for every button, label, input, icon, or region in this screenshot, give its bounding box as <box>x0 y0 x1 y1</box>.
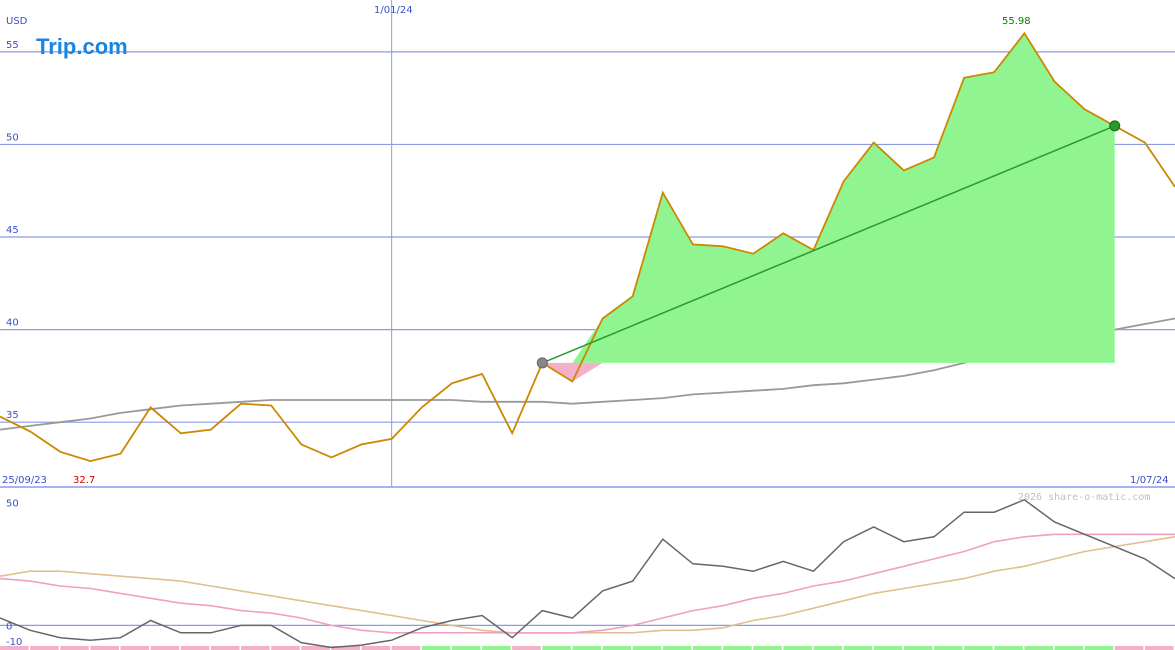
osc-histogram-bar <box>873 646 903 650</box>
x-label-mid: 1/01/24 <box>374 5 413 16</box>
osc-histogram-bar <box>120 646 150 650</box>
stock-chart: 35 40 45 50 55 50 0 -10 USD 55.98 32.7 25/09/2… <box>0 0 1175 650</box>
osc-histogram-bar <box>572 646 602 650</box>
osc-histogram-bar <box>753 646 782 650</box>
price-axis-labels: 35 40 45 50 55 <box>6 40 19 421</box>
gain-area <box>542 33 1115 363</box>
osc-histogram-bar <box>843 646 873 650</box>
osc-y-tick-0: 0 <box>6 621 12 632</box>
osc-y-tick--10: -10 <box>6 637 22 648</box>
trade-fill-layer <box>542 33 1115 382</box>
osc-histogram-bar <box>994 646 1023 650</box>
osc-histogram-bar <box>451 646 481 650</box>
osc-histogram-bar <box>482 646 511 650</box>
osc-histogram-bar <box>1024 646 1053 650</box>
currency-label: USD <box>6 16 28 27</box>
osc-histogram-bar <box>241 646 270 650</box>
osc-histogram-bar <box>1084 646 1114 650</box>
brand-logo: Trip.com <box>36 34 128 59</box>
osc-histogram-bar <box>933 646 963 650</box>
osc-histogram-bar <box>180 646 210 650</box>
osc-histogram-bar <box>391 646 421 650</box>
logo-text-trip: Trip <box>36 34 76 59</box>
osc-histogram-bar <box>813 646 843 650</box>
y-tick-35: 35 <box>6 410 19 421</box>
osc-histogram-bar <box>210 646 240 650</box>
osc-histogram-bar <box>632 646 662 650</box>
x-label-end: 1/07/24 <box>1130 475 1169 486</box>
osc-histogram-bar <box>692 646 722 650</box>
y-tick-50: 50 <box>6 132 19 143</box>
osc-histogram-bar <box>271 646 300 650</box>
osc-histogram-bar <box>602 646 632 650</box>
osc-histogram-bar <box>512 646 541 650</box>
low-value-label: 32.7 <box>73 475 95 486</box>
osc-histogram-bar <box>783 646 812 650</box>
y-tick-45: 45 <box>6 225 19 236</box>
logo-text-com: .com <box>76 34 127 59</box>
oscillator-layer <box>0 498 1175 650</box>
osc-histogram-bar <box>1054 646 1084 650</box>
osc-histogram-bar <box>421 646 451 650</box>
osc-signal-line <box>0 533 1175 634</box>
osc-histogram-bar <box>90 646 120 650</box>
osc-y-tick-50: 50 <box>6 498 19 509</box>
osc-histogram-bar <box>662 646 692 650</box>
osc-histogram-bar <box>542 646 571 650</box>
y-tick-40: 40 <box>6 318 19 329</box>
osc-histogram-bar <box>30 646 59 650</box>
y-tick-55: 55 <box>6 40 19 51</box>
osc-histogram-bar <box>1144 646 1174 650</box>
watermark: 2026 share-o-matic.com <box>1018 492 1150 503</box>
osc-histogram-bar <box>361 646 391 650</box>
trade-exit-marker <box>1109 120 1121 132</box>
osc-histogram-bar <box>964 646 993 650</box>
osc-histogram-bar <box>903 646 933 650</box>
osc-slow-line <box>0 536 1175 634</box>
osc-histogram-bar <box>1114 646 1144 650</box>
high-value-label: 55.98 <box>1002 16 1031 27</box>
loss-area <box>542 362 1115 382</box>
osc-histogram-bar <box>723 646 752 650</box>
osc-histogram-bar <box>60 646 89 650</box>
svg-text:Trip.com: Trip.com <box>36 34 128 59</box>
trade-entry-marker <box>536 357 548 369</box>
x-label-start: 25/09/23 <box>2 475 47 486</box>
osc-histogram-bar <box>150 646 180 650</box>
